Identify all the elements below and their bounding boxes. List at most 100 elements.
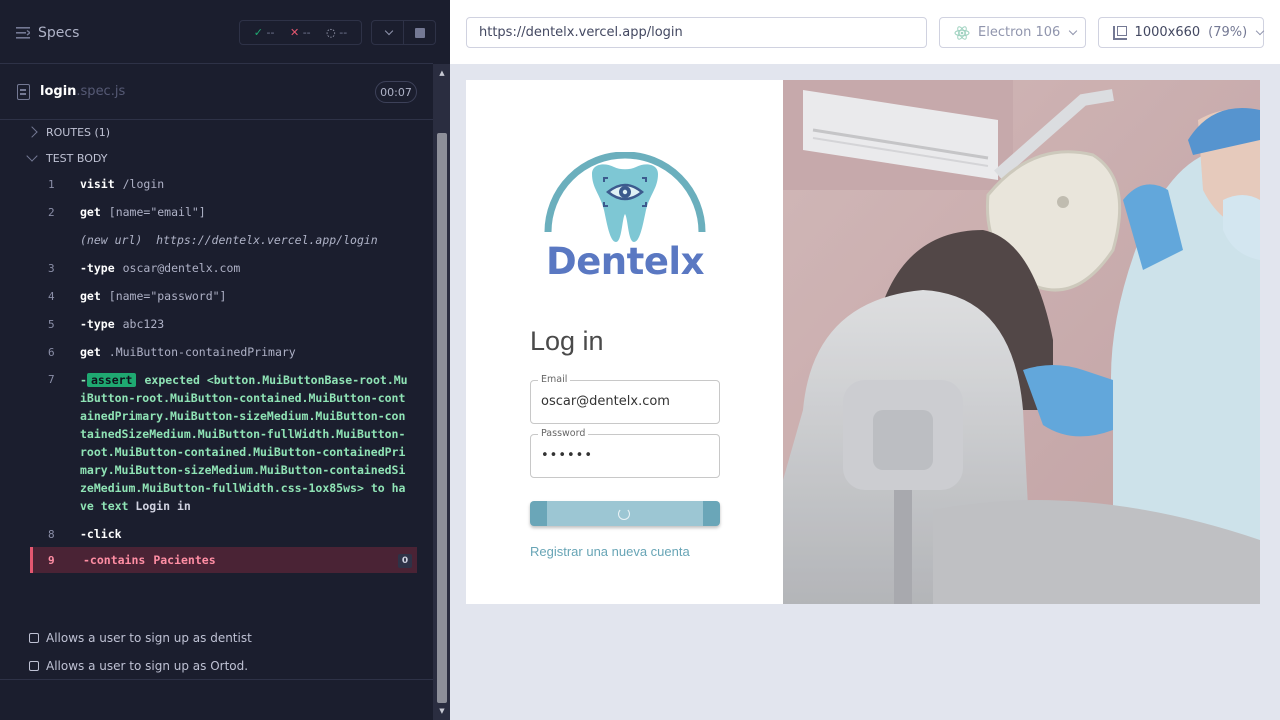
check-icon: ✓ (253, 26, 263, 39)
command-number: 6 (48, 345, 55, 359)
file-icon (17, 84, 30, 100)
command-number: 1 (48, 177, 55, 191)
new-url-value: https://dentelx.vercel.app/login (156, 233, 378, 247)
electron-icon (954, 25, 970, 40)
password-value: •••••• (541, 448, 594, 463)
failed-stat: ✕ -- (289, 26, 311, 39)
command-number: 3 (48, 261, 55, 275)
command-arg: /login (122, 177, 165, 191)
command-row[interactable]: 3 -type oscar@dentelx.com (30, 254, 417, 282)
assert-expected: expected (144, 373, 200, 387)
photo-illustration (783, 80, 1260, 604)
test-body-label: TEST BODY (46, 151, 108, 165)
failed-command-row[interactable]: 9 -contains Pacientes 0 (30, 547, 417, 573)
new-url-event[interactable]: (new url) https://dentelx.vercel.app/log… (30, 226, 417, 254)
test-title: Allows a user to sign up as dentist (46, 631, 252, 645)
spec-file-name: login.spec.js (40, 84, 126, 99)
brand-name: Dentelx (546, 240, 704, 283)
chevron-down-icon (1255, 26, 1265, 35)
test-status-icon (29, 661, 39, 671)
test-body-section-toggle[interactable]: TEST BODY (26, 148, 108, 168)
loading-spinner-icon (618, 508, 630, 520)
pending-icon: ◌ (326, 26, 336, 39)
ruler-icon (1113, 25, 1127, 40)
routes-section-toggle[interactable]: ROUTES (1) (26, 122, 111, 142)
stop-button[interactable] (403, 20, 436, 45)
assert-command-row[interactable]: 7 - assert expected <button.MuiButtonBase-… (30, 366, 417, 521)
chevron-down-icon (26, 150, 38, 162)
command-name: visit (80, 177, 115, 191)
command-row[interactable]: 6 get .MuiButton-containedPrimary (30, 338, 417, 366)
divider (0, 679, 433, 680)
dropdown-button[interactable] (371, 20, 404, 45)
command-arg: oscar@dentelx.com (122, 261, 241, 275)
login-title: Log in (530, 326, 604, 356)
command-arg: .MuiButton-containedPrimary (108, 345, 296, 359)
spec-header: login.spec.js 00:07 (0, 64, 433, 120)
chevron-down-icon (1069, 26, 1078, 35)
command-log: 1 visit/login 2 get [name="email"] (new u… (30, 170, 417, 573)
password-field[interactable]: Password •••••• (530, 428, 720, 478)
routes-label: ROUTES (1) (46, 125, 111, 139)
runner-topbar: Specs ✓ -- ✕ -- ◌ -- (0, 0, 436, 64)
command-row[interactable]: 2 get [name="email"] (30, 198, 417, 226)
command-arg: Pacientes (153, 553, 216, 567)
command-name: -type (80, 317, 115, 331)
command-number: 9 (48, 553, 55, 567)
duration-badge: 00:07 (375, 81, 417, 103)
assert-subject: <button.MuiButtonBase-root.MuiButton-roo… (80, 373, 408, 495)
scroll-up-icon[interactable]: ▲ (437, 68, 447, 78)
viewport-size: 1000x660 (1134, 25, 1201, 40)
command-number: 2 (48, 205, 55, 219)
command-row[interactable]: 4 get [name="password"] (30, 282, 417, 310)
command-arg: [name="password"] (108, 289, 227, 303)
specs-button[interactable]: Specs (16, 22, 79, 44)
tooth-eye-logo-icon (544, 151, 706, 242)
test-stats: ✓ -- ✕ -- ◌ -- (239, 20, 362, 45)
command-name: get (80, 205, 101, 219)
command-name: -type (80, 261, 115, 275)
command-name: -click (80, 527, 122, 541)
aut-header-bar: https://dentelx.vercel.app/login Electro… (450, 0, 1280, 64)
register-link[interactable]: Registrar una nueva cuenta (530, 544, 690, 559)
email-label: Email (538, 374, 571, 385)
command-arg: abc123 (122, 317, 165, 331)
email-value: oscar@dentelx.com (541, 394, 670, 409)
command-row[interactable]: 8 -click (30, 521, 417, 547)
command-name: get (80, 289, 101, 303)
login-button[interactable] (530, 501, 720, 526)
browser-label: Electron 106 (978, 25, 1061, 40)
command-arg: [name="email"] (108, 205, 206, 219)
chevron-right-icon (26, 126, 38, 138)
passed-stat: ✓ -- (253, 26, 275, 39)
logo: Dentelx (542, 151, 708, 283)
scroll-down-icon[interactable]: ▼ (437, 706, 447, 716)
command-number: 7 (48, 373, 55, 386)
specs-label: Specs (38, 25, 80, 41)
menu-icon (16, 27, 30, 39)
pending-stat: ◌ -- (326, 26, 348, 39)
viewport-zoom: (79%) (1208, 25, 1248, 40)
command-row[interactable]: 5 -type abc123 (30, 310, 417, 338)
app-under-test-panel: https://dentelx.vercel.app/login Electro… (450, 0, 1280, 720)
assert-badge: assert (86, 373, 137, 387)
email-field[interactable]: Email oscar@dentelx.com (530, 374, 720, 424)
viewport-info[interactable]: 1000x660 (79%) (1098, 17, 1265, 48)
scrollbar-thumb[interactable] (437, 133, 447, 703)
command-name: get (80, 345, 101, 359)
browser-selector[interactable]: Electron 106 (939, 17, 1086, 48)
command-row[interactable]: 1 visit/login (30, 170, 417, 198)
x-icon: ✕ (289, 26, 300, 39)
test-title: Allows a user to sign up as Ortod. (46, 659, 249, 673)
command-number: 5 (48, 317, 55, 331)
stop-icon (414, 27, 425, 38)
command-number: 8 (48, 527, 55, 541)
url-field[interactable]: https://dentelx.vercel.app/login (466, 17, 927, 48)
test-status-icon (29, 633, 39, 643)
element-count-badge: 0 (398, 554, 412, 568)
assert-value: Login in (135, 499, 191, 513)
dental-clinic-photo (783, 80, 1260, 604)
test-item[interactable]: Allows a user to sign up as Ortod. (29, 658, 248, 674)
cypress-runner-panel: Specs ✓ -- ✕ -- ◌ -- login.spec.js 00:07… (0, 0, 450, 720)
test-item[interactable]: Allows a user to sign up as dentist (29, 630, 252, 646)
